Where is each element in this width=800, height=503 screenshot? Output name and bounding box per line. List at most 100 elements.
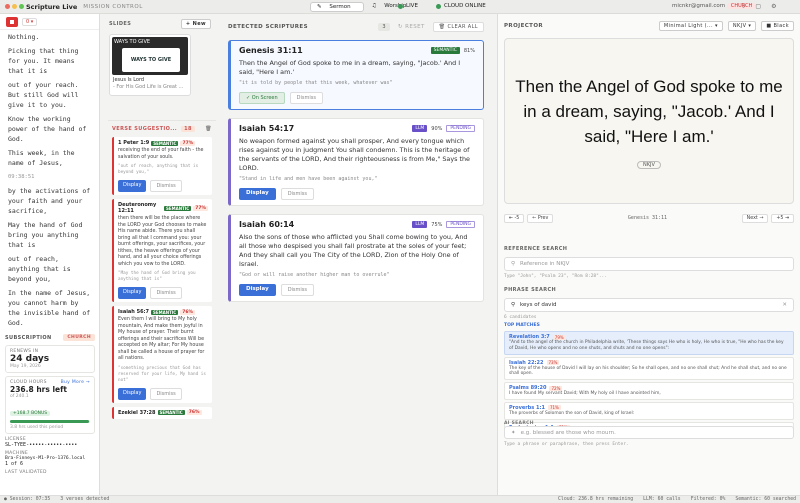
sparkle-icon: ✦ (511, 429, 516, 436)
source-tag: SEMANTIC (430, 47, 460, 54)
prev-5-button[interactable]: ⇤ -5 (504, 213, 525, 223)
transcript-line: May the hand of God bring you anything t… (8, 221, 83, 249)
suggestions-label: VERSE SUGGESTIO... (112, 126, 178, 132)
reference-search-input[interactable]: ⚲ Reference in NKJV (504, 257, 794, 271)
mode-sermon[interactable]: ✎ Sermon (310, 2, 364, 12)
subscription-label: SUBSCRIPTION (5, 334, 52, 341)
hours-used: 3.8 hrs used this period (10, 425, 64, 430)
mic-select[interactable]: 0 ▾ (22, 17, 38, 26)
phrase-search-input[interactable]: ⚲ keys of david ✕ (504, 298, 794, 312)
maximize-window-button[interactable] (19, 4, 24, 9)
filtered-rate: Filtered: 0% (690, 497, 726, 502)
cloud-remaining: Cloud: 236.8 hrs remaining (558, 497, 634, 502)
title-bar: Scripture Live MISSION CONTROL ✎ Sermon … (0, 0, 800, 14)
session-time: ● Session: 07:35 (4, 497, 51, 502)
slide-subtitle: - For His God Life is Great ... (113, 84, 184, 90)
display-button[interactable]: Display (239, 284, 276, 296)
suggestion-quote: "something precious that God has reserve… (118, 365, 206, 383)
detected-ref: Isaiah 60:14 (239, 220, 295, 229)
slide-card[interactable]: WAYS TO GIVE WAYS TO GIVE Jesus Is Lord - … (109, 34, 191, 96)
display-button[interactable]: Display (118, 287, 147, 299)
new-slide-button[interactable]: + New (180, 19, 211, 29)
machine-count: 1 of 6 (5, 461, 24, 467)
fullscreen-icon[interactable]: ▢ (755, 3, 761, 10)
ai-search-input[interactable]: ✦ e.g. blessed are those who mourn. (504, 426, 794, 439)
transcript-line: Picking that thing for you. It means tha… (8, 47, 79, 75)
projector-panel: PROJECTOR Minimal Light (... ▾ NKJV ▾ ■ Bl… (497, 14, 800, 503)
dismiss-button[interactable]: Dismiss (280, 188, 315, 200)
suggestion-ref: 1 Peter 1:9 (118, 140, 150, 146)
match-score: 73% (546, 360, 560, 366)
suggestion-header: Ezekiel 37:28 SEMANTIC 76% (118, 410, 208, 416)
semantic-count: Semantic: 60 searched (735, 497, 796, 502)
dismiss-button[interactable]: Dismiss (150, 180, 182, 192)
detected-header: Isaiah 60:14 LLM 75% PENDING (239, 220, 475, 229)
validated-label: LAST VALIDATED (5, 470, 47, 475)
semantic-tag: SEMANTIC (164, 205, 192, 211)
detected-score: 90% (431, 125, 443, 132)
version-select[interactable]: NKJV ▾ (727, 21, 757, 31)
match-row[interactable]: Proverbs 1:1 71% The proverbs of Solomon t… (504, 401, 794, 420)
renews-card: RENEWS IN 24 days May 19, 2026 (5, 345, 95, 373)
slide-thumb-title: WAYS TO GIVE (114, 39, 151, 45)
suggestion-score: 77% (180, 140, 196, 146)
trash-icon[interactable]: 🗑 (205, 126, 212, 132)
reset-button[interactable]: ↻ RESET (398, 24, 425, 30)
suggestion-score: 77% (193, 205, 208, 211)
theme-icon[interactable]: ☽ (740, 3, 745, 10)
record-stop-button[interactable] (6, 16, 18, 27)
next-button[interactable]: Next → (741, 213, 769, 223)
on-screen-button[interactable]: ✓ On Screen (239, 92, 285, 104)
match-ref: Isaiah 22:22 (509, 359, 544, 366)
detected-quote: "Stand in life and men have been against… (239, 176, 378, 182)
dismiss-button[interactable]: Dismiss (280, 284, 315, 296)
suggestion-card[interactable]: Ezekiel 37:28 SEMANTIC 76% (112, 406, 212, 419)
suggestion-text: receiving the end of your faith - the sa… (118, 148, 204, 160)
dismiss-button[interactable]: Dismiss (289, 92, 323, 104)
settings-icon[interactable]: ⚙ (771, 3, 776, 10)
transcript-panel: 0 ▾ Nothing. Picking that thing for you.… (0, 14, 100, 503)
top-matches-label: TOP MATCHES (504, 323, 540, 328)
live-status: LIVE (398, 3, 418, 9)
dismiss-button[interactable]: Dismiss (150, 287, 182, 299)
projected-verse: Then the Angel of God spoke to me in a d… (515, 76, 783, 146)
detected-quote: "God or will raise another higher man to… (239, 272, 390, 278)
theme-select[interactable]: Minimal Light (... ▾ (658, 21, 723, 31)
detected-score: 81% (463, 47, 475, 54)
display-button[interactable]: Display (239, 188, 276, 200)
hours-left: 236.8 hrs left (10, 385, 67, 394)
semantic-tag: SEMANTIC (157, 410, 185, 415)
detected-header: Isaiah 54:17 LLM 90% PENDING (239, 124, 475, 133)
stop-icon (10, 19, 14, 24)
suggestion-card[interactable]: Isaiah 56:7 SEMANTIC 76% Even them I will b… (112, 306, 212, 403)
prev-button[interactable]: ← Prev (527, 213, 554, 223)
minimize-window-button[interactable] (12, 4, 17, 9)
detected-card[interactable]: Isaiah 54:17 LLM 90% PENDING No weapon forme… (228, 118, 484, 206)
live-dot-icon (398, 3, 403, 9)
dismiss-button[interactable]: Dismiss (150, 387, 182, 400)
display-button[interactable]: Display (118, 387, 147, 400)
cloud-status: CLOUD ONLINE (436, 3, 486, 9)
ai-hint: Type a phrase or paraphrase, then press … (504, 442, 629, 447)
detected-text: Also the sons of those who afflicted you… (239, 233, 468, 268)
next-5-button[interactable]: +5 ⇥ (771, 213, 794, 223)
match-row[interactable]: Psalms 89:20 72% I have found My servant D… (504, 382, 794, 400)
detected-ref: Isaiah 54:17 (239, 124, 295, 133)
detected-card[interactable]: Isaiah 60:14 LLM 75% PENDING Also the sons o… (228, 214, 484, 302)
match-text: The key of the house of David I will lay… (509, 365, 787, 377)
detected-card[interactable]: Genesis 31:11 SEMANTIC 81% Then the Angel o… (228, 40, 484, 110)
suggestion-card[interactable]: 1 Peter 1:9 SEMANTIC 77% receiving the end … (112, 137, 212, 195)
match-row[interactable]: Isaiah 22:22 73% The key of the house of D… (504, 356, 794, 381)
close-window-button[interactable] (5, 4, 10, 9)
display-button[interactable]: Display (118, 180, 147, 192)
clear-all-button[interactable]: 🗑 CLEAR ALL (432, 22, 484, 32)
slides-panel: SLIDES + New WAYS TO GIVE WAYS TO GIVE Jes… (105, 14, 215, 124)
slide-title: Jesus Is Lord (113, 77, 145, 83)
detected-actions: ✓ On Screen Dismiss (239, 92, 475, 104)
detected-text: Then the Angel of God spoke to me in a d… (239, 59, 461, 76)
match-row[interactable]: Revelation 3:7 79% "And to the angel of th… (504, 331, 794, 355)
clear-icon[interactable]: ✕ (782, 302, 787, 308)
suggestion-card[interactable]: Deuteronomy 12:11 SEMANTIC 77% then there w… (112, 199, 212, 302)
transcript-line: out of reach, anything that is beyond yo… (8, 255, 71, 283)
background-select[interactable]: ■ Black (761, 21, 794, 31)
